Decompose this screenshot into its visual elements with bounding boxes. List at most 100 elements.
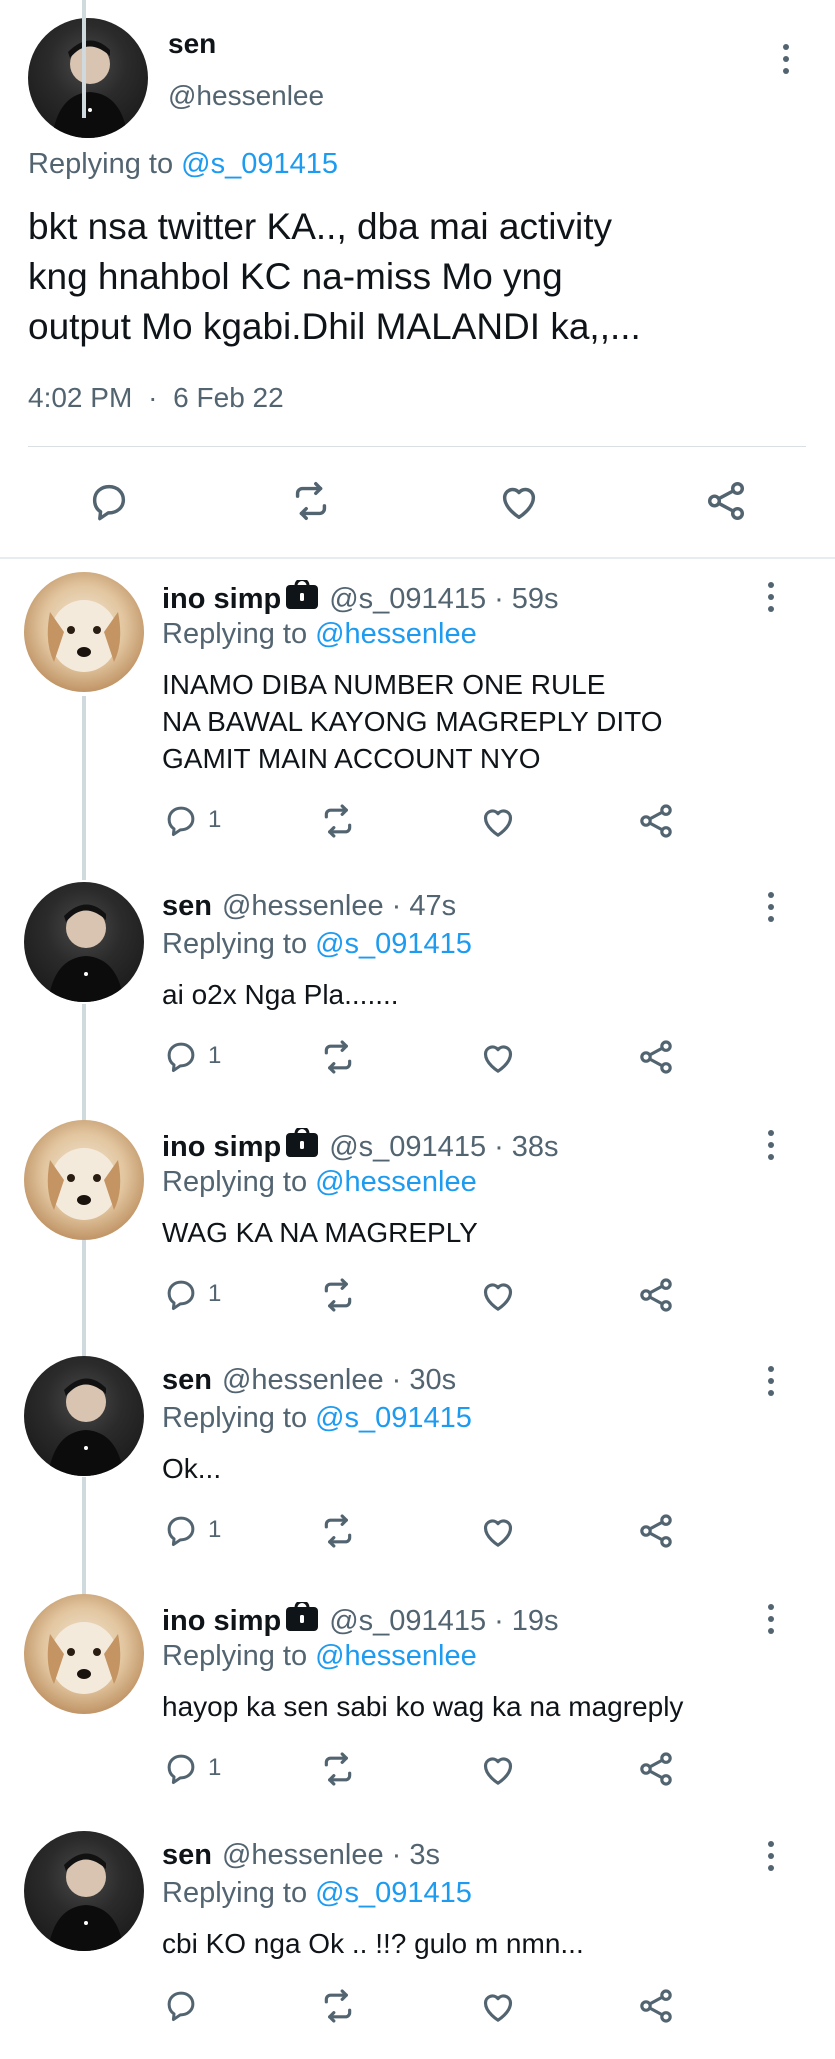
reply-bubble-icon[interactable] bbox=[162, 801, 200, 839]
reply-author-name[interactable]: sen bbox=[162, 890, 212, 923]
main-tweet-text-line: bkt nsa twitter KA.., dba mai activity bbox=[28, 206, 612, 247]
main-tweet-text-line: output Mo kgabi.Dhil MALANDI ka,,... bbox=[28, 306, 641, 347]
share-icon[interactable] bbox=[636, 1986, 676, 2026]
reply-author-name[interactable]: ino simp bbox=[162, 583, 281, 616]
main-tweet-name[interactable]: sen bbox=[168, 28, 216, 60]
reply-header: ino simp @s_091415 · 38s bbox=[162, 1126, 559, 1166]
replying-to-link[interactable]: @hessenlee bbox=[315, 1166, 477, 1198]
main-tweet-time[interactable]: 4:02 PM bbox=[28, 382, 132, 413]
heart-icon[interactable] bbox=[478, 1511, 518, 1551]
avatar[interactable] bbox=[24, 572, 144, 692]
main-tweet-text: bkt nsa twitter KA.., dba mai activity k… bbox=[28, 202, 641, 352]
more-dots-icon[interactable] bbox=[781, 44, 791, 74]
reply-bubble-icon[interactable] bbox=[162, 1986, 200, 2024]
heart-icon[interactable] bbox=[478, 801, 518, 841]
reply-tweet[interactable]: ino simp @s_091415 · 38s Replying to @hessenl… bbox=[0, 1118, 835, 1348]
retweet-icon[interactable] bbox=[318, 1749, 358, 1789]
reply-bubble-icon[interactable] bbox=[162, 1511, 200, 1549]
reply-time[interactable]: 59s bbox=[512, 583, 559, 616]
share-icon[interactable] bbox=[636, 1275, 676, 1315]
reply-count: 1 bbox=[208, 1042, 222, 1069]
avatar[interactable] bbox=[24, 1594, 144, 1714]
reply-handle[interactable]: @hessenlee bbox=[222, 890, 384, 923]
replying-prefix: Replying to bbox=[162, 1166, 308, 1198]
retweet-icon[interactable] bbox=[318, 1037, 358, 1077]
heart-icon[interactable] bbox=[496, 478, 542, 524]
retweet-icon[interactable] bbox=[318, 1986, 358, 2026]
reply-author-name[interactable]: ino simp bbox=[162, 1131, 281, 1164]
reply-bubble-icon[interactable] bbox=[162, 1037, 200, 1075]
separator-dot: · bbox=[391, 1839, 402, 1871]
heart-icon[interactable] bbox=[478, 1749, 518, 1789]
avatar-main[interactable] bbox=[28, 18, 148, 138]
reply-tweet[interactable]: sen @hessenlee · 3s Replying to @s_091415 cbi … bbox=[0, 1829, 835, 2059]
replying-to-link[interactable]: @hessenlee bbox=[315, 1640, 477, 1672]
share-icon[interactable] bbox=[636, 1749, 676, 1789]
lock-icon bbox=[285, 578, 319, 618]
replying-to-link[interactable]: @s_091415 bbox=[315, 928, 472, 960]
more-dots-icon[interactable] bbox=[766, 1130, 776, 1160]
reply-handle[interactable]: @s_091415 bbox=[329, 583, 486, 616]
reply-time[interactable]: 30s bbox=[409, 1364, 456, 1397]
reply-author-name[interactable]: sen bbox=[162, 1364, 212, 1397]
reply-time[interactable]: 47s bbox=[409, 890, 456, 923]
retweet-icon[interactable] bbox=[318, 1275, 358, 1315]
heart-icon[interactable] bbox=[478, 1275, 518, 1315]
reply-time[interactable]: 19s bbox=[512, 1605, 559, 1638]
avatar[interactable] bbox=[24, 1120, 144, 1240]
reply-time[interactable]: 38s bbox=[512, 1131, 559, 1164]
avatar[interactable] bbox=[24, 1356, 144, 1476]
more-dots-icon[interactable] bbox=[766, 1841, 776, 1871]
reply-bubble-icon[interactable] bbox=[162, 1749, 200, 1787]
reply-count: 1 bbox=[208, 1754, 222, 1781]
reply-bubble-icon[interactable] bbox=[162, 1275, 200, 1313]
reply-tweet[interactable]: sen @hessenlee · 47s Replying to @s_091415 ai … bbox=[0, 880, 835, 1110]
reply-handle[interactable]: @hessenlee bbox=[222, 1839, 384, 1872]
main-tweet-date[interactable]: 6 Feb 22 bbox=[173, 382, 284, 413]
more-dots-icon[interactable] bbox=[766, 1366, 776, 1396]
replying-to: Replying to @s_091415 bbox=[162, 1402, 472, 1435]
replying-prefix: Replying to bbox=[162, 1877, 308, 1909]
reply-handle[interactable]: @hessenlee bbox=[222, 1364, 384, 1397]
replying-to-link[interactable]: @s_091415 bbox=[315, 1402, 472, 1434]
reply-author-name[interactable]: ino simp bbox=[162, 1605, 281, 1638]
main-tweet-timestamp: 4:02 PM · 6 Feb 22 bbox=[28, 382, 284, 414]
more-dots-icon[interactable] bbox=[766, 582, 776, 612]
more-dots-icon[interactable] bbox=[766, 1604, 776, 1634]
avatar[interactable] bbox=[24, 882, 144, 1002]
reply-handle[interactable]: @s_091415 bbox=[329, 1605, 486, 1638]
separator-dot: · bbox=[148, 382, 158, 413]
avatar[interactable] bbox=[24, 1831, 144, 1951]
reply-text-line: Ok... bbox=[162, 1453, 222, 1484]
reply-tweet[interactable]: ino simp @s_091415 · 59s Replying to @hessenl… bbox=[0, 570, 835, 838]
share-icon[interactable] bbox=[636, 1037, 676, 1077]
reply-author-name[interactable]: sen bbox=[162, 1839, 212, 1872]
heart-icon[interactable] bbox=[478, 1986, 518, 2026]
retweet-icon[interactable] bbox=[288, 478, 334, 524]
replying-prefix: Replying to bbox=[28, 148, 174, 180]
reply-tweet[interactable]: sen @hessenlee · 30s Replying to @s_091415 Ok.… bbox=[0, 1354, 835, 1584]
reply-text-line: WAG KA NA MAGREPLY bbox=[162, 1217, 478, 1248]
reply-time[interactable]: 3s bbox=[409, 1839, 440, 1872]
reply-header: sen @hessenlee · 30s bbox=[162, 1364, 456, 1397]
heart-icon[interactable] bbox=[478, 1037, 518, 1077]
reply-text-line: NA BAWAL KAYONG MAGREPLY DITO bbox=[162, 706, 663, 737]
reply-tweet[interactable]: ino simp @s_091415 · 19s Replying to @hessenl… bbox=[0, 1592, 835, 1822]
reply-handle[interactable]: @s_091415 bbox=[329, 1131, 486, 1164]
retweet-icon[interactable] bbox=[318, 801, 358, 841]
reply-count: 1 bbox=[208, 1516, 222, 1543]
main-tweet-handle[interactable]: @hessenlee bbox=[168, 80, 324, 112]
replying-to-link[interactable]: @s_091415 bbox=[181, 148, 338, 180]
divider bbox=[28, 446, 806, 447]
share-icon[interactable] bbox=[636, 801, 676, 841]
retweet-icon[interactable] bbox=[318, 1511, 358, 1551]
replying-prefix: Replying to bbox=[162, 1640, 308, 1672]
replying-to-link[interactable]: @hessenlee bbox=[315, 618, 477, 650]
share-icon[interactable] bbox=[636, 1511, 676, 1551]
more-dots-icon[interactable] bbox=[766, 892, 776, 922]
replying-to-link[interactable]: @s_091415 bbox=[315, 1877, 472, 1909]
separator-dot: · bbox=[494, 1130, 504, 1163]
share-icon[interactable] bbox=[703, 478, 749, 524]
reply-text: INAMO DIBA NUMBER ONE RULE NA BAWAL KAYON… bbox=[162, 666, 663, 777]
reply-bubble-icon[interactable] bbox=[86, 478, 132, 524]
